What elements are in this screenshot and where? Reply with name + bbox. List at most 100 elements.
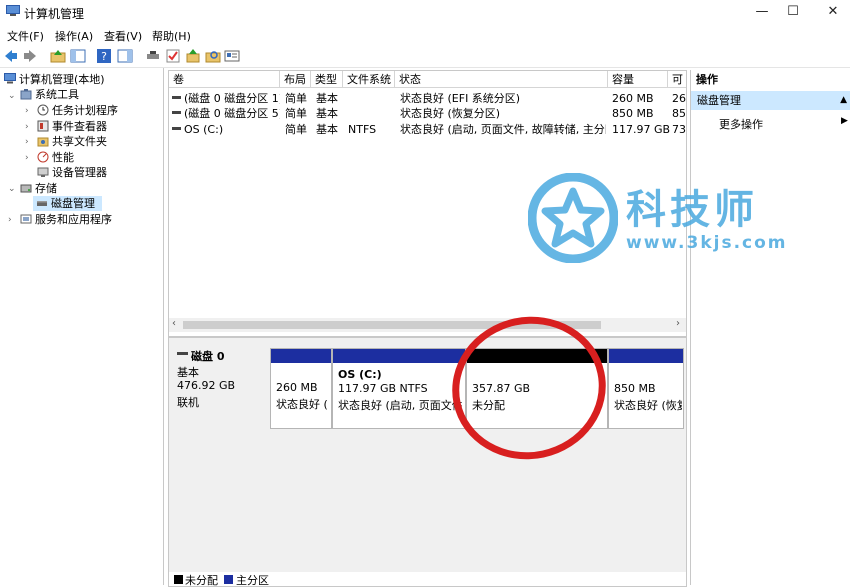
submenu-arrow-icon[interactable]: ▶ (841, 116, 848, 126)
forward-arrow-icon[interactable] (22, 48, 38, 64)
chevron-right-icon[interactable]: › (25, 122, 29, 132)
disk-info[interactable]: 磁盘 0 基本 476.92 GB 联机 (169, 344, 267, 434)
row-capacity: 260 MB (612, 92, 654, 105)
column-header-volume[interactable]: 卷 (169, 71, 280, 88)
tree-label-services: 服务和应用程序 (35, 213, 112, 226)
row-capacity: 117.97 GB (612, 123, 671, 136)
tree-label-system-tools: 系统工具 (35, 88, 79, 101)
tree-item-system-tools[interactable]: 系统工具 (20, 87, 79, 102)
tree-item-disk-management[interactable]: 磁盘管理 (33, 196, 102, 211)
horizontal-scrollbar[interactable]: ‹ › (169, 318, 686, 332)
tree-label-disk-management: 磁盘管理 (51, 197, 95, 210)
column-header-status[interactable]: 状态 (395, 71, 608, 88)
row-volume-cell: (磁盘 0 磁盘分区 1) (172, 91, 280, 106)
tree-item-device-manager[interactable]: 设备管理器 (37, 165, 107, 180)
disk-type: 基本 (177, 366, 199, 379)
chevron-down-icon[interactable]: ⌄ (8, 91, 16, 101)
row-capacity: 850 MB (612, 107, 654, 120)
disk-name: 磁盘 0 (191, 350, 225, 363)
row-type: 基本 (316, 123, 338, 136)
device-manager-icon (37, 167, 49, 177)
navigation-tree: 计算机管理(本地) ⌄ 系统工具 › 任务计划程序 › 事件查看器 › 共享文件… (0, 68, 164, 585)
tree-item-shared-folders[interactable]: 共享文件夹 (37, 134, 107, 149)
partition-os-c[interactable]: OS (C:) 117.97 GB NTFS 状态良好 (启动, 页面文件 (332, 348, 466, 429)
maximize-button[interactable]: ☐ (776, 0, 810, 24)
scroll-right-arrow-icon[interactable]: › (676, 318, 680, 329)
disk-legend: 未分配 主分区 (169, 572, 686, 587)
collapse-up-icon[interactable]: ▲ (840, 91, 847, 110)
menu-help[interactable]: 帮助(H) (152, 28, 191, 44)
column-header-filesystem[interactable]: 文件系统 (343, 71, 395, 88)
tree-label-event-viewer: 事件查看器 (52, 120, 107, 133)
show-hide-tree-icon[interactable] (70, 48, 86, 64)
tree-label-device-manager: 设备管理器 (52, 166, 107, 179)
services-icon (20, 214, 32, 224)
volume-icon (172, 96, 181, 99)
tree-item-services[interactable]: 服务和应用程序 (20, 212, 112, 227)
volume-icon (172, 111, 181, 114)
storage-icon (20, 184, 32, 193)
row-volume-cell: (磁盘 0 磁盘分区 5) (172, 106, 280, 121)
column-header-layout[interactable]: 布局 (280, 71, 311, 88)
connect-drive-icon[interactable] (145, 48, 161, 64)
properties-icon[interactable] (224, 48, 240, 64)
check-icon[interactable] (165, 48, 181, 64)
partition-recovery[interactable]: 850 MB 状态良好 (恢复 (608, 348, 684, 429)
more-actions-item[interactable]: 更多操作 (719, 116, 763, 132)
chevron-right-icon[interactable]: › (25, 137, 29, 147)
performance-icon (37, 151, 49, 163)
menu-file[interactable]: 文件(F) (7, 28, 44, 44)
watermark-url: www.3kjs.com (626, 233, 788, 253)
chevron-right-icon[interactable]: › (25, 153, 29, 163)
show-hide-action-pane-icon[interactable] (117, 48, 133, 64)
tree-label-shared-folders: 共享文件夹 (52, 135, 107, 148)
event-viewer-icon (37, 120, 49, 132)
tree-item-root[interactable]: 计算机管理(本地) (4, 72, 105, 87)
row-layout: 简单 (285, 107, 307, 120)
chevron-right-icon[interactable]: › (8, 215, 12, 225)
row-layout: 简单 (285, 123, 307, 136)
toolbar: ? (0, 45, 850, 68)
disk-size: 476.92 GB (177, 379, 236, 392)
partition-size: 260 MB (276, 381, 318, 394)
title-bar: 计算机管理 — ☐ ✕ (0, 0, 850, 24)
row-volume-text: (磁盘 0 磁盘分区 1) (184, 92, 280, 105)
menu-view[interactable]: 查看(V) (104, 28, 142, 44)
tree-item-storage[interactable]: 存储 (20, 181, 57, 196)
row-volume-cell: OS (C:) (172, 122, 280, 137)
partition-bar-primary (609, 349, 683, 363)
scroll-left-arrow-icon[interactable]: ‹ (172, 318, 176, 329)
tree-label-performance: 性能 (52, 151, 74, 164)
minimize-button[interactable]: — (745, 0, 779, 24)
row-status: 状态良好 (EFI 系统分区) (400, 92, 521, 105)
tree-label-storage: 存储 (35, 182, 57, 195)
chevron-down-icon[interactable]: ⌄ (8, 184, 16, 194)
back-arrow-icon[interactable] (3, 48, 19, 64)
computer-management-icon (6, 5, 20, 16)
column-header-capacity[interactable]: 容量 (608, 71, 668, 88)
tree-item-task-scheduler[interactable]: 任务计划程序 (37, 103, 118, 118)
action-group-disk-management[interactable]: 磁盘管理 ▲ (691, 91, 850, 110)
tree-label-root: 计算机管理(本地) (19, 73, 105, 86)
import-icon[interactable] (185, 48, 201, 64)
row-volume-text: (磁盘 0 磁盘分区 5) (184, 107, 280, 120)
tree-item-performance[interactable]: 性能 (37, 150, 74, 165)
partition-size: 850 MB (614, 382, 656, 395)
partition-efi[interactable]: 260 MB 状态良好 ( (270, 348, 332, 429)
close-button[interactable]: ✕ (816, 0, 850, 24)
partition-status: 状态良好 (恢复 (614, 399, 682, 412)
partition-size: 117.97 GB NTFS (338, 382, 428, 395)
row-status: 状态良好 (恢复分区) (400, 107, 501, 120)
search-folder-icon[interactable] (205, 48, 221, 64)
tree-item-event-viewer[interactable]: 事件查看器 (37, 119, 107, 134)
disk-icon (177, 352, 188, 355)
up-folder-icon[interactable] (50, 48, 66, 64)
chevron-right-icon[interactable]: › (25, 106, 29, 116)
help-icon[interactable]: ? (96, 48, 112, 64)
shared-folder-icon (37, 137, 49, 147)
legend-label-unallocated: 未分配 (185, 574, 218, 587)
menu-action[interactable]: 操作(A) (55, 28, 93, 44)
column-header-free[interactable]: 可 (668, 71, 686, 88)
row-free: 85 (672, 107, 686, 120)
column-header-type[interactable]: 类型 (311, 71, 343, 88)
